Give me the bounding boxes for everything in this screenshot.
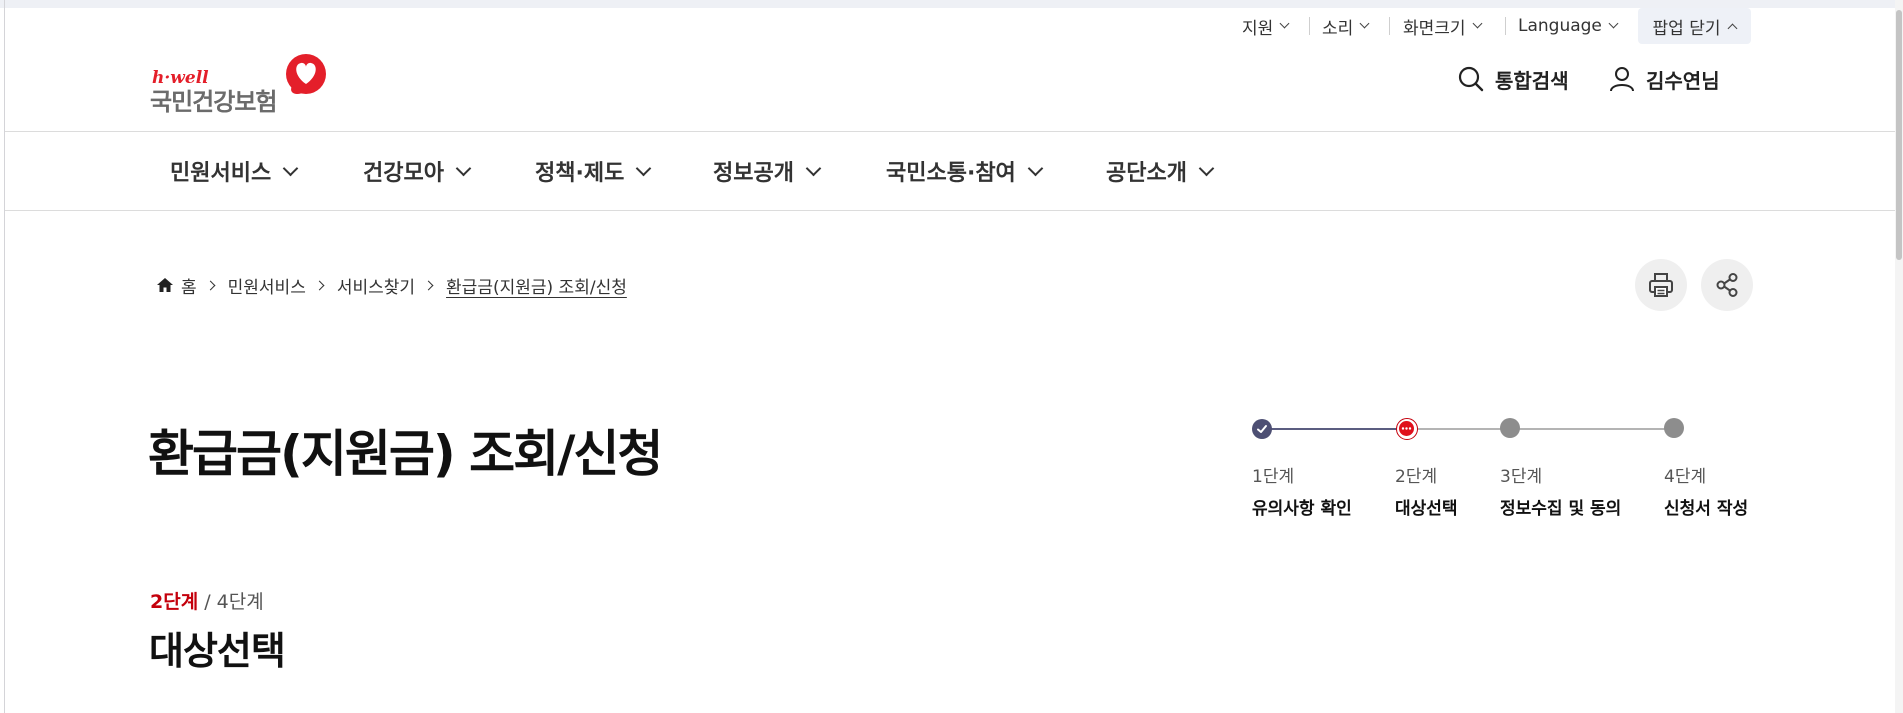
- util-sound-label: 소리: [1322, 18, 1354, 39]
- popup-close-button[interactable]: 팝업 닫기: [1638, 8, 1751, 44]
- util-language-label: Language: [1518, 16, 1602, 36]
- page-title: 환급금(지원금) 조회/신청: [148, 425, 663, 483]
- chevron-down-icon: [282, 160, 299, 176]
- section-title: 대상선택: [149, 629, 286, 673]
- gnb-item-info-disclosure[interactable]: 정보공개: [713, 154, 822, 188]
- gnb-label: 국민소통·참여: [886, 161, 1016, 186]
- stepper-line-pending: [1406, 428, 1674, 430]
- step-name: 유의사항 확인: [1252, 499, 1352, 519]
- gnb-label: 정책·제도: [535, 161, 625, 186]
- step-pending-dot: [1664, 418, 1684, 438]
- frame-border: [4, 0, 5, 713]
- integrated-search-button[interactable]: 통합검색: [1457, 62, 1569, 96]
- util-sound-menu[interactable]: 소리: [1322, 12, 1370, 40]
- breadcrumb-current[interactable]: 환급금(지원금) 조회/신청: [446, 273, 627, 298]
- chevron-down-icon: [1198, 160, 1215, 176]
- printer-icon: [1649, 273, 1673, 297]
- chevron-down-icon: [1472, 18, 1483, 29]
- share-button[interactable]: [1701, 259, 1753, 311]
- logo-name: 국민건강보험: [150, 88, 277, 116]
- site-logo[interactable]: h·well 국민건강보험: [150, 50, 330, 116]
- gnb-item-participation[interactable]: 국민소통·참여: [886, 154, 1044, 188]
- chevron-right-icon: [423, 280, 434, 290]
- print-button[interactable]: [1635, 259, 1687, 311]
- step-name: 신청서 작성: [1664, 499, 1749, 519]
- search-icon: [1458, 66, 1484, 92]
- gnb-label: 공단소개: [1106, 161, 1187, 186]
- gnb-label: 정보공개: [713, 161, 794, 186]
- total-steps: / 4단계: [204, 591, 264, 613]
- breadcrumb-item[interactable]: 민원서비스: [228, 273, 306, 298]
- step-pending-dot: [1500, 418, 1520, 438]
- stepper-line-done: [1262, 428, 1408, 430]
- gnb-label: 건강모아: [363, 161, 444, 186]
- popup-close-label: 팝업 닫기: [1652, 18, 1721, 39]
- breadcrumb-home[interactable]: 홈: [181, 273, 197, 298]
- user-icon: [1610, 67, 1634, 92]
- chevron-down-icon: [1608, 18, 1619, 29]
- step-number: 4단계: [1664, 467, 1707, 487]
- step-current-dot: [1396, 418, 1418, 440]
- util-language-menu[interactable]: Language: [1518, 12, 1619, 40]
- util-divider: [1309, 17, 1310, 35]
- share-icon: [1716, 273, 1738, 297]
- user-profile-button[interactable]: 김수연님: [1608, 62, 1720, 96]
- step-name: 정보수집 및 동의: [1500, 499, 1622, 519]
- search-label: 통합검색: [1495, 68, 1569, 93]
- chevron-down-icon: [455, 160, 472, 176]
- chevron-down-icon: [1279, 18, 1290, 29]
- gnb-item-civil-service[interactable]: 민원서비스: [170, 154, 299, 188]
- home-icon: [157, 278, 173, 292]
- scrollbar[interactable]: [1895, 0, 1903, 713]
- heart-logo-icon: [286, 54, 326, 94]
- chevron-down-icon: [805, 160, 822, 176]
- gnb-divider: [5, 210, 1895, 211]
- current-step: 2단계: [150, 591, 199, 613]
- chevron-down-icon: [1359, 18, 1370, 29]
- scrollbar-thumb[interactable]: [1896, 10, 1902, 260]
- chevron-down-icon: [636, 160, 652, 176]
- check-icon: [1257, 425, 1267, 433]
- gnb-item-health[interactable]: 건강모아: [363, 154, 472, 188]
- util-support-label: 지원: [1242, 18, 1274, 39]
- breadcrumb-item[interactable]: 서비스찾기: [337, 273, 415, 298]
- step-indicator: 2단계 / 4단계: [150, 587, 264, 614]
- step-number: 3단계: [1500, 467, 1543, 487]
- breadcrumb: 홈 민원서비스 서비스찾기 환급금(지원금) 조회/신청: [156, 272, 627, 298]
- browser-top-strip: [0, 0, 1903, 8]
- chevron-up-icon: [1728, 23, 1738, 33]
- util-support-menu[interactable]: 지원: [1242, 12, 1290, 40]
- util-divider: [1505, 17, 1506, 35]
- header-divider: [5, 131, 1895, 132]
- chevron-right-icon: [314, 280, 325, 290]
- gnb-item-about[interactable]: 공단소개: [1106, 154, 1215, 188]
- util-fontsize-label: 화면크기: [1403, 18, 1466, 39]
- step-name: 대상선택: [1395, 499, 1458, 519]
- step-number: 1단계: [1252, 467, 1295, 487]
- gnb-item-policy[interactable]: 정책·제도: [535, 154, 652, 188]
- chevron-down-icon: [1027, 160, 1044, 176]
- util-divider: [1389, 17, 1390, 35]
- chevron-right-icon: [205, 280, 216, 290]
- gnb-label: 민원서비스: [170, 161, 272, 186]
- more-dots-icon: [1399, 421, 1414, 436]
- util-fontsize-menu[interactable]: 화면크기: [1403, 12, 1483, 40]
- user-name: 김수연님: [1646, 68, 1720, 93]
- step-number: 2단계: [1395, 467, 1438, 487]
- step-done-dot: [1252, 419, 1272, 439]
